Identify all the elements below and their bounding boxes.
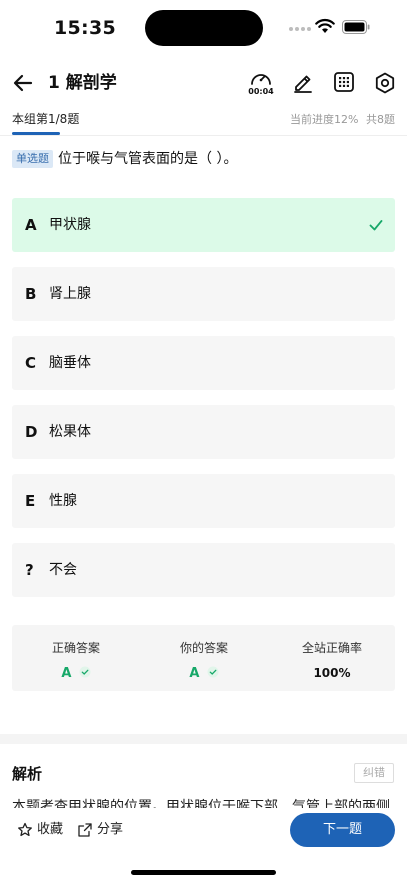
- option-letter: E: [25, 492, 36, 510]
- report-error-button[interactable]: 纠错: [354, 763, 394, 783]
- option-letter: C: [25, 354, 37, 372]
- correct-answer-value: A: [61, 666, 72, 681]
- question-text: 位于喉与气管表面的是（ ）。: [58, 151, 238, 167]
- page-title: 1 解剖学: [48, 73, 117, 93]
- your-answer-value: A: [189, 666, 200, 681]
- answer-summary: 正确答案 A 你的答案 A 全站正确率 100%: [12, 625, 395, 691]
- section-divider: [0, 734, 407, 744]
- correct-answer-label: 正确答案: [51, 641, 100, 655]
- timer-icon: [251, 74, 271, 85]
- option-text: 甲状腺: [49, 217, 91, 233]
- option-dont-know[interactable]: ? 不会: [12, 543, 395, 597]
- analysis-title: 解析: [12, 765, 43, 783]
- wifi-icon: [315, 18, 335, 33]
- question-type-badge: 单选题: [12, 150, 53, 168]
- option-letter: ?: [25, 561, 34, 579]
- header: 1 解剖学 00:04: [0, 58, 407, 108]
- analysis-text: 本题考查甲状腺的位置。甲状腺位于喉下部、气管上部的两侧: [12, 799, 390, 809]
- option-letter: A: [25, 216, 37, 234]
- group-progress-label: 本组第1/8题: [12, 112, 80, 126]
- check-circle-icon: [207, 666, 219, 678]
- next-question-button[interactable]: 下一题: [290, 813, 395, 847]
- back-arrow-icon[interactable]: [11, 71, 35, 95]
- total-questions-text: 共8题: [366, 113, 395, 126]
- current-progress-text: 当前进度12%: [290, 113, 359, 126]
- active-tab-indicator: [12, 132, 60, 135]
- option-a[interactable]: A 甲状腺: [12, 198, 395, 252]
- option-d[interactable]: D 松果体: [12, 405, 395, 459]
- accuracy-rate-label: 全站正确率: [301, 641, 362, 655]
- answer-sheet-grid-icon[interactable]: [333, 71, 355, 93]
- your-answer-label: 你的答案: [179, 641, 228, 655]
- option-text: 脑垂体: [49, 355, 91, 371]
- accuracy-rate-value: 100%: [313, 666, 351, 680]
- option-text: 肾上腺: [49, 286, 91, 302]
- check-circle-icon: [79, 666, 91, 678]
- status-bar: 15:35: [0, 0, 407, 56]
- question: 单选题 位于喉与气管表面的是（ ）。: [12, 148, 395, 170]
- cellular-signal-icon: [289, 27, 311, 33]
- correct-answer-column: 正确答案 A: [12, 625, 140, 691]
- option-letter: D: [25, 423, 38, 441]
- option-c[interactable]: C 脑垂体: [12, 336, 395, 390]
- share-label: 分享: [97, 822, 124, 837]
- option-e[interactable]: E 性腺: [12, 474, 395, 528]
- timer-button[interactable]: 00:04: [248, 69, 274, 99]
- status-time: 15:35: [54, 17, 116, 39]
- option-letter: B: [25, 285, 37, 303]
- share-icon: [78, 823, 92, 837]
- your-answer-column: 你的答案 A: [140, 625, 268, 691]
- overall-progress: 当前进度12% 共8题: [290, 111, 395, 127]
- dynamic-island: [145, 10, 263, 46]
- check-icon: [369, 220, 383, 231]
- favorite-label: 收藏: [37, 822, 64, 837]
- home-indicator: [131, 870, 276, 875]
- progress-row: 本组第1/8题 当前进度12% 共8题: [0, 108, 407, 136]
- option-text: 不会: [49, 562, 77, 578]
- timer-value: 00:04: [248, 87, 274, 96]
- option-text: 松果体: [49, 424, 91, 440]
- settings-icon[interactable]: [373, 71, 397, 95]
- option-b[interactable]: B 肾上腺: [12, 267, 395, 321]
- accuracy-rate-column: 全站正确率 100%: [268, 625, 396, 691]
- option-text: 性腺: [49, 493, 77, 509]
- star-icon: [18, 822, 32, 837]
- bottom-bar: 收藏 分享 下一题: [0, 808, 407, 883]
- battery-icon: [342, 20, 370, 34]
- edit-icon[interactable]: [292, 71, 314, 93]
